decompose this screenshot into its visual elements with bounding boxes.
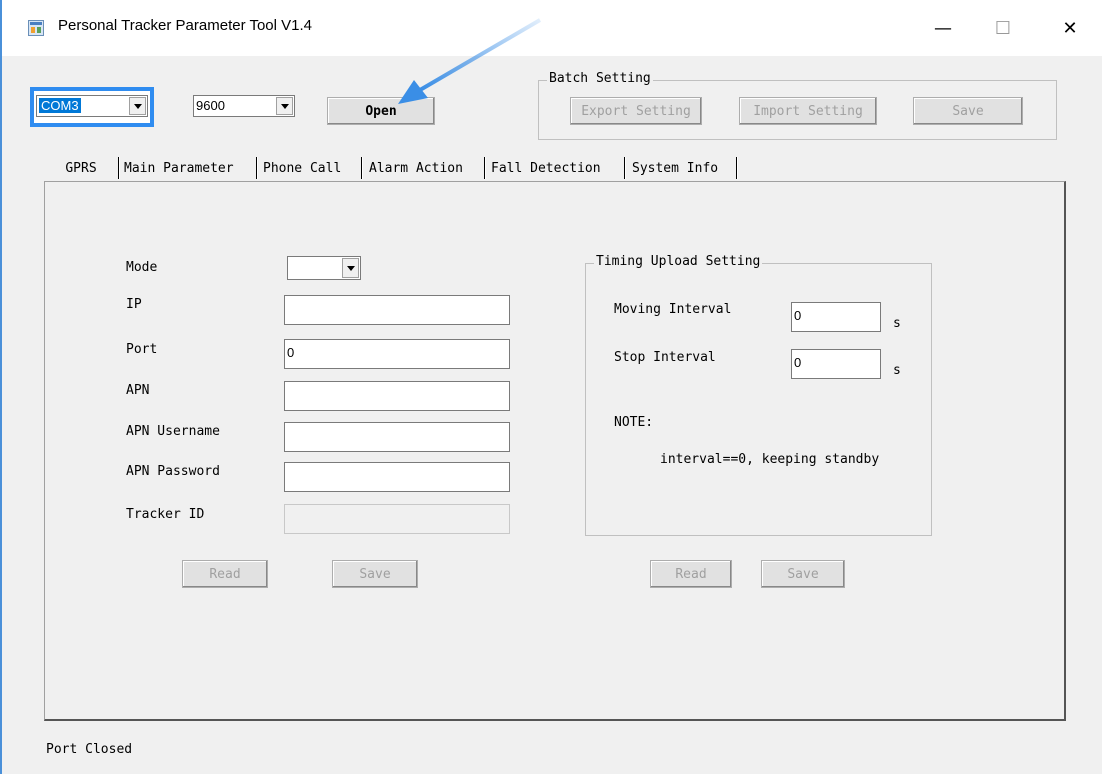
note-text: interval==0, keeping standby <box>660 452 880 467</box>
window-border <box>0 0 2 774</box>
close-icon: ✕ <box>1062 17 1078 39</box>
tab-label: Phone Call <box>263 160 342 176</box>
chevron-down-icon[interactable] <box>276 97 293 115</box>
tab-divider <box>361 157 363 179</box>
apn-username-label: APN Username <box>126 424 220 439</box>
tab-divider <box>484 157 486 179</box>
note-label: NOTE: <box>614 415 654 430</box>
mode-select[interactable] <box>287 256 361 280</box>
batch-save-button[interactable]: Save <box>913 97 1023 125</box>
tab-label: GPRS <box>65 160 97 176</box>
moving-interval-field[interactable]: 0 <box>791 302 881 332</box>
com-port-value: COM3 <box>39 98 81 113</box>
port-field[interactable]: 0 <box>284 339 510 369</box>
export-setting-button[interactable]: Export Setting <box>570 97 702 125</box>
moving-interval-unit: s <box>893 316 901 331</box>
mode-label: Mode <box>126 260 158 275</box>
window-title: Personal Tracker Parameter Tool V1.4 <box>58 17 313 34</box>
close-button[interactable]: ✕ <box>1047 8 1093 48</box>
tab-label: Alarm Action <box>369 160 463 176</box>
tracker-id-label: Tracker ID <box>126 507 205 522</box>
tab-system-info[interactable]: System Info <box>632 155 718 181</box>
tab-main-parameter[interactable]: Main Parameter <box>124 155 234 181</box>
timing-upload-legend: Timing Upload Setting <box>594 254 763 269</box>
tab-label: Main Parameter <box>124 160 234 176</box>
minimize-icon: — <box>934 17 952 39</box>
chevron-down-icon[interactable] <box>129 97 146 115</box>
tab-gprs[interactable]: GPRS <box>44 155 118 181</box>
tab-divider <box>118 157 120 179</box>
import-setting-button[interactable]: Import Setting <box>739 97 877 125</box>
com-port-select[interactable]: COM3 <box>36 95 148 117</box>
open-button[interactable]: Open <box>327 97 435 125</box>
tab-fall-detection[interactable]: Fall Detection <box>491 155 601 181</box>
maximize-button[interactable]: ☐ <box>980 8 1026 48</box>
apn-field[interactable] <box>284 381 510 411</box>
tracker-id-field <box>284 504 510 534</box>
ip-field[interactable] <box>284 295 510 325</box>
status-text: Port Closed <box>46 742 133 757</box>
stop-interval-unit: s <box>893 363 901 378</box>
chevron-down-icon[interactable] <box>342 258 359 278</box>
gprs-save-button[interactable]: Save <box>332 560 418 588</box>
batch-setting-legend: Batch Setting <box>547 71 653 86</box>
tab-phone-call[interactable]: Phone Call <box>263 155 341 181</box>
title-bar[interactable]: Personal Tracker Parameter Tool V1.4 — ☐… <box>2 0 1102 56</box>
app-window: Personal Tracker Parameter Tool V1.4 — ☐… <box>0 0 1102 774</box>
timing-read-button[interactable]: Read <box>650 560 732 588</box>
stop-interval-label: Stop Interval <box>614 350 716 365</box>
port-label: Port <box>126 342 158 357</box>
timing-save-button[interactable]: Save <box>761 560 845 588</box>
baud-rate-value: 9600 <box>196 98 225 113</box>
tab-label: Fall Detection <box>491 160 601 176</box>
stop-interval-field[interactable]: 0 <box>791 349 881 379</box>
apn-password-label: APN Password <box>126 464 220 479</box>
apn-password-field[interactable] <box>284 462 510 492</box>
tab-divider <box>624 157 626 179</box>
maximize-icon: ☐ <box>994 17 1012 39</box>
tab-label: System Info <box>632 160 719 176</box>
apn-username-field[interactable] <box>284 422 510 452</box>
moving-interval-label: Moving Interval <box>614 302 732 317</box>
tab-divider <box>736 157 738 179</box>
app-icon <box>28 20 44 36</box>
minimize-button[interactable]: — <box>920 8 966 48</box>
tab-alarm-action[interactable]: Alarm Action <box>369 155 463 181</box>
apn-label: APN <box>126 383 150 398</box>
tab-divider <box>256 157 258 179</box>
gprs-read-button[interactable]: Read <box>182 560 268 588</box>
baud-rate-select[interactable]: 9600 <box>193 95 295 117</box>
ip-label: IP <box>126 297 142 312</box>
